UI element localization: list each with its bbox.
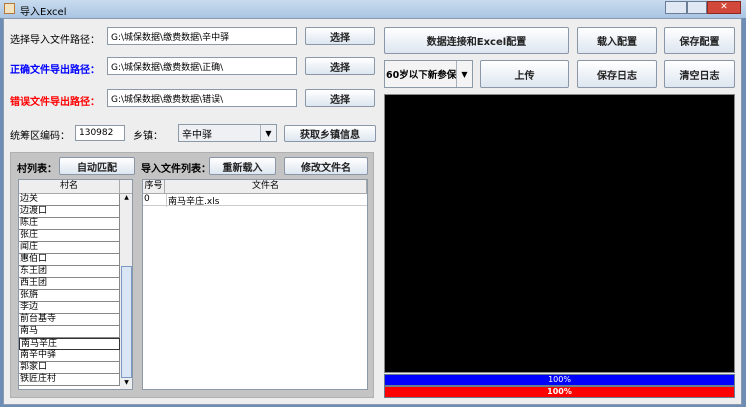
db-excel-config-button[interactable]: 数据连接和Excel配置 (384, 27, 569, 54)
file-row[interactable]: 0 南马辛庄.xls (143, 194, 367, 207)
region-code-label: 统筹区编码： (10, 131, 70, 142)
village-row[interactable]: 李边 (19, 302, 120, 314)
file-table: 序号 文件名 0 南马辛庄.xls (142, 179, 368, 390)
village-list-label: 村列表： (17, 164, 57, 175)
village-scrollbar[interactable]: ▲ ▼ (120, 194, 132, 389)
chevron-down-icon[interactable]: ▼ (260, 125, 276, 141)
reload-button[interactable]: 重新载入 (209, 157, 276, 175)
file-index: 0 (144, 194, 150, 204)
village-row[interactable]: 前台基寺 (19, 314, 120, 326)
scroll-thumb[interactable] (121, 266, 132, 378)
import-path-label: 选择导入文件路径： (10, 35, 100, 46)
village-rows: 边关 边渡口 陈庄 张庄 闻庄 惠伯口 东王团 西王团 张旃 李边 前台基寺 南马 南马辛庄 南辛中驿 郭家… (19, 194, 120, 386)
village-row[interactable]: 南马辛庄 (19, 338, 120, 350)
window-title: 导入Excel (20, 7, 67, 18)
correct-path-select-button[interactable]: 选择 (305, 57, 375, 75)
file-name-header[interactable]: 文件名 (165, 180, 367, 194)
town-select[interactable]: 辛中驿 ▼ (178, 124, 277, 142)
village-row[interactable]: 张庄 (19, 230, 120, 242)
chevron-down-icon[interactable]: ▼ (456, 61, 472, 87)
village-row[interactable]: 郭家口 (19, 362, 120, 374)
fetch-town-button[interactable]: 获取乡镇信息 (284, 125, 376, 142)
file-list-label: 导入文件列表： (141, 164, 211, 175)
log-area[interactable] (384, 94, 735, 373)
title-bar: 导入Excel ✕ (0, 0, 746, 18)
village-row[interactable]: 边渡口 (19, 206, 120, 218)
village-row[interactable]: 南马 (19, 326, 120, 338)
village-header-corner (120, 180, 132, 194)
village-row[interactable]: 西王团 (19, 278, 120, 290)
progress-bar-red: 100% (384, 386, 735, 398)
close-button[interactable]: ✕ (707, 1, 741, 14)
file-index-header[interactable]: 序号 (143, 180, 165, 194)
village-row[interactable]: 南辛中驿 (19, 350, 120, 362)
mode-select-value: 60岁以下新参保 (386, 70, 457, 81)
mode-select[interactable]: 60岁以下新参保 ▼ (384, 60, 473, 88)
rename-button[interactable]: 修改文件名 (284, 157, 368, 175)
upload-button[interactable]: 上传 (480, 60, 569, 88)
import-path-input[interactable]: G:\城保数据\缴费数据\辛中驿 (107, 27, 297, 45)
scroll-down-icon[interactable]: ▼ (120, 379, 132, 389)
maximize-button[interactable] (687, 1, 707, 14)
error-path-select-button[interactable]: 选择 (305, 89, 375, 107)
correct-path-label: 正确文件导出路径： (10, 65, 100, 76)
town-label: 乡镇： (133, 131, 163, 142)
save-log-button[interactable]: 保存日志 (577, 60, 657, 88)
village-row[interactable]: 闻庄 (19, 242, 120, 254)
village-row[interactable]: 东王团 (19, 266, 120, 278)
village-header[interactable]: 村名 (19, 180, 120, 194)
village-row[interactable]: 张旃 (19, 290, 120, 302)
scroll-up-icon[interactable]: ▲ (120, 194, 132, 205)
village-row[interactable]: 边关 (19, 194, 120, 206)
village-table: 村名 边关 边渡口 陈庄 张庄 闻庄 惠伯口 东王团 西王团 张旃 李边 前台基寺 南马 南马辛庄 南辛中… (18, 179, 133, 390)
village-row[interactable]: 陈庄 (19, 218, 120, 230)
file-name: 南马辛庄.xls (166, 194, 219, 207)
error-path-input[interactable]: G:\城保数据\缴费数据\错误\ (107, 89, 297, 107)
village-row[interactable]: 惠伯口 (19, 254, 120, 266)
town-select-value: 辛中驿 (182, 129, 212, 141)
import-path-select-button[interactable]: 选择 (305, 27, 375, 45)
error-path-label: 错误文件导出路径： (10, 97, 100, 108)
save-config-button[interactable]: 保存配置 (664, 27, 735, 54)
region-code-input[interactable]: 130982 (75, 125, 125, 141)
minimize-button[interactable] (665, 1, 687, 14)
java-icon (4, 3, 15, 14)
load-config-button[interactable]: 载入配置 (577, 27, 657, 54)
progress-label: 100% (548, 375, 571, 384)
auto-match-button[interactable]: 自动匹配 (59, 157, 135, 175)
correct-path-input[interactable]: G:\城保数据\缴费数据\正确\ (107, 57, 297, 75)
village-row[interactable]: 铁匠庄村 (19, 374, 120, 386)
clear-log-button[interactable]: 清空日志 (664, 60, 735, 88)
progress-label: 100% (547, 387, 572, 396)
progress-bar-blue: 100% (384, 374, 735, 386)
